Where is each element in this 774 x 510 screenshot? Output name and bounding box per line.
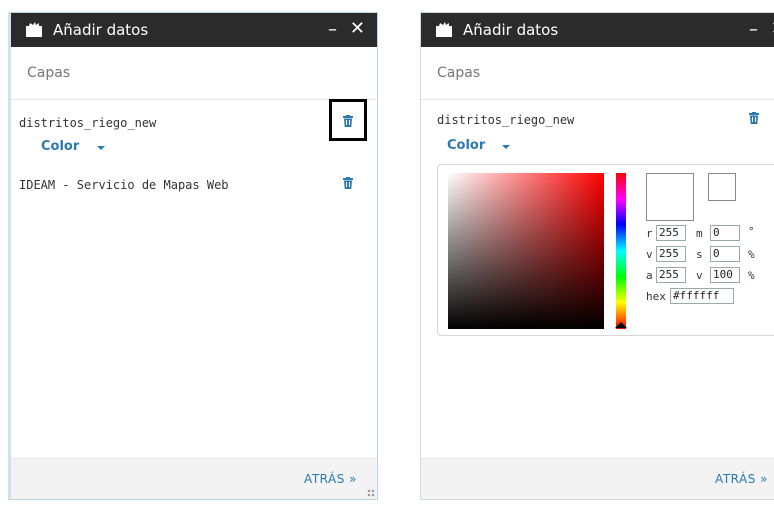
color-picker: r 255 m 0 ° v 255 s 0 % a 255 v 100 % he… [437,164,774,336]
panel-titlebar: Añadir datos – ✕ [11,13,377,47]
panel-title: Añadir datos [463,21,559,39]
layer-name: distritos_riego_new [437,113,575,127]
s-input[interactable]: 0 [710,246,740,262]
layer-name: IDEAM - Servicio de Mapas Web [19,178,229,192]
panel-footer: ATRÁS » [11,458,377,499]
trash-icon[interactable] [343,115,353,127]
r-input[interactable]: 255 [656,225,686,241]
r-label: r [646,227,653,240]
panel-titlebar: Añadir datos – ✕ [421,13,774,47]
color-dropdown[interactable]: Color [447,138,485,153]
chevron-down-icon[interactable] [502,145,510,149]
section-title: Capas [27,65,71,81]
add-data-panel-right: Añadir datos – ✕ Capas distritos_riego_n… [420,12,774,500]
m-input[interactable]: 0 [710,225,740,241]
trash-icon[interactable] [749,112,759,124]
divider [11,99,377,100]
section-title: Capas [437,65,481,81]
new-color-swatch [646,173,694,221]
degree-unit: ° [748,225,755,238]
hex-label: hex [646,290,666,303]
back-button[interactable]: ATRÁS » [715,472,768,486]
hex-input[interactable]: #ffffff [670,288,734,304]
add-data-icon [26,22,42,37]
hue-slider[interactable] [616,173,626,329]
close-button[interactable]: ✕ [350,18,365,39]
a-input[interactable]: 255 [656,267,686,283]
m-label: m [696,227,703,240]
percent-unit: % [748,269,755,282]
v-rgb-input[interactable]: 255 [656,246,686,262]
divider [421,99,774,100]
a-label: a [646,269,653,282]
v-rgb-label: v [646,248,653,261]
back-button[interactable]: ATRÁS » [304,472,357,486]
panel-footer: ATRÁS » [421,458,774,499]
panel-title: Añadir datos [53,21,149,39]
minimize-button[interactable]: – [749,19,758,40]
minimize-button[interactable]: – [328,19,337,40]
saturation-value-area[interactable] [448,173,604,329]
resize-grip-icon[interactable] [367,489,375,497]
color-dropdown[interactable]: Color [41,139,79,154]
hue-marker-icon[interactable] [615,322,627,328]
v-hsv-input[interactable]: 100 [710,267,740,283]
add-data-icon [436,22,452,37]
trash-icon[interactable] [343,177,353,189]
percent-unit: % [748,248,755,261]
add-data-panel-left: Añadir datos – ✕ Capas distritos_riego_n… [8,12,378,500]
chevron-down-icon[interactable] [97,146,105,150]
current-color-swatch [708,173,736,201]
layer-name: distritos_riego_new [19,116,157,130]
v-hsv-label: v [696,269,703,282]
s-label: s [696,248,703,261]
